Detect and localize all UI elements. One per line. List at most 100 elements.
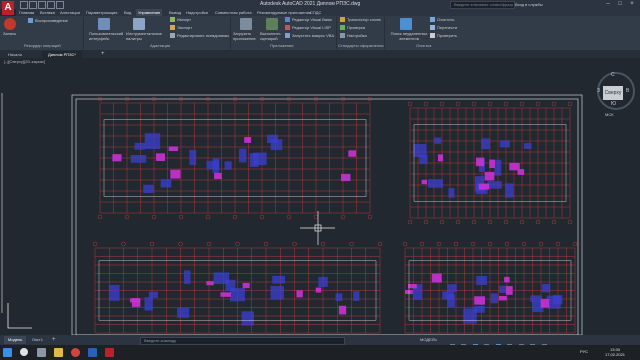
drawing-canvas[interactable] xyxy=(0,63,640,335)
task-view-icon[interactable] xyxy=(37,348,46,357)
redo-icon[interactable] xyxy=(56,1,64,9)
record-icon[interactable] xyxy=(4,18,16,30)
tool-palettes-button[interactable]: Инструментальные палитры xyxy=(126,31,162,41)
chrome-icon[interactable] xyxy=(71,348,80,357)
user-interface-button[interactable]: Пользовательский интерфейс xyxy=(89,31,125,41)
panel-title-applications: Приложения xyxy=(270,43,294,48)
autocad-logo-icon[interactable]: A xyxy=(2,1,14,15)
compass-east[interactable]: В xyxy=(626,88,629,94)
tab-home[interactable]: Главная xyxy=(17,9,36,16)
signin-link[interactable]: Вход в службы xyxy=(515,0,543,9)
tab-featured-apps[interactable]: Рекомендуемые приложения xyxy=(255,9,313,16)
tab-parametric[interactable]: Параметризация xyxy=(84,9,119,16)
minimize-icon[interactable]: – xyxy=(603,1,613,8)
panel-title-customization: Адаптация xyxy=(150,43,171,48)
layer-translator-button[interactable]: Транслятор слоев xyxy=(340,17,381,23)
separator xyxy=(384,17,385,49)
record-button[interactable]: Запись xyxy=(3,31,16,36)
tab-model[interactable]: Модель xyxy=(4,336,27,344)
macro-icon xyxy=(285,33,290,39)
find-nonpurgeable-icon[interactable] xyxy=(400,18,412,30)
ucs-menu[interactable]: МСК xyxy=(605,112,614,117)
fixture-block xyxy=(155,153,166,162)
import-button[interactable]: Импорт xyxy=(170,17,191,23)
open-icon[interactable] xyxy=(29,1,37,9)
tab-manage[interactable]: Управление xyxy=(136,9,163,16)
word-icon[interactable] xyxy=(88,348,97,357)
tab-drawing[interactable]: Диплом РПЗС* xyxy=(42,51,82,58)
wall-block xyxy=(448,188,455,198)
windows-start-icon[interactable] xyxy=(3,348,12,357)
lisp-editor-button[interactable]: Редактор Visual LISP xyxy=(285,25,331,31)
axis-bubble xyxy=(567,219,573,225)
command-line-input[interactable]: Введите команду xyxy=(140,337,345,345)
find-nonpurgeable-button[interactable]: Поиск неудаленных элементов xyxy=(388,31,430,41)
vba-editor-label: Редактор Visual Basic xyxy=(292,17,333,22)
tab-insert[interactable]: Вставка xyxy=(38,9,57,16)
fixture-block xyxy=(431,273,442,283)
axis-bubble xyxy=(292,241,297,247)
edit-aliases-button[interactable]: Редактировать псевдонимы xyxy=(170,33,229,39)
axis-bubble xyxy=(439,219,445,225)
transfer-button[interactable]: Перенести xyxy=(430,25,457,31)
tab-output[interactable]: Вывод xyxy=(167,9,183,16)
export-button[interactable]: Экспорт xyxy=(170,25,192,31)
viewcube-top-face[interactable]: Сверху xyxy=(603,86,623,100)
compass-north[interactable]: С xyxy=(611,72,615,78)
fixture-block xyxy=(242,282,250,289)
wall-block xyxy=(447,284,457,292)
audit-button[interactable]: Проверить xyxy=(430,33,457,39)
vba-editor-button[interactable]: Редактор Visual Basic xyxy=(285,17,333,23)
save-icon[interactable] xyxy=(38,1,46,9)
axis-bubble xyxy=(567,101,573,107)
wall-block xyxy=(148,291,158,298)
fixture-block xyxy=(408,284,417,289)
purge-button[interactable]: Очистить xyxy=(430,17,455,23)
model-space-toggle[interactable]: МОДЕЛЬ xyxy=(420,336,437,344)
new-tab-plus-icon[interactable]: + xyxy=(95,51,111,58)
maximize-icon[interactable]: □ xyxy=(615,1,625,8)
file-explorer-icon[interactable] xyxy=(54,348,63,357)
search-input[interactable]: Введите ключевое слово/фразу xyxy=(450,1,515,9)
search-icon[interactable] xyxy=(20,348,28,356)
load-application-icon[interactable] xyxy=(240,18,252,30)
load-application-button[interactable]: Загрузить приложение xyxy=(233,31,261,41)
undo-icon[interactable] xyxy=(47,1,55,9)
compass-west[interactable]: З xyxy=(597,88,600,94)
add-layout-plus-icon[interactable]: + xyxy=(48,336,60,344)
tab-spds[interactable]: СПДС xyxy=(308,9,323,16)
configure-standards-button[interactable]: Настройка xyxy=(340,33,367,39)
axis-bubble xyxy=(423,219,429,225)
run-script-button[interactable]: Выполнить сценарий xyxy=(260,31,286,41)
clock[interactable]: 13:30 17.02.2021 xyxy=(605,347,625,357)
tab-start[interactable]: Начало xyxy=(2,51,28,58)
purge-label: Очистить xyxy=(437,17,455,22)
run-vba-macro-button[interactable]: Запустить макрос VBA xyxy=(285,33,334,39)
language-indicator[interactable]: РУС xyxy=(580,349,588,354)
tab-layout1[interactable]: Лист1 xyxy=(28,336,47,344)
check-icon xyxy=(340,25,345,31)
new-icon[interactable] xyxy=(20,1,28,9)
playback-button[interactable]: Воспроизведение xyxy=(28,18,68,24)
status-toggles[interactable] xyxy=(450,338,600,350)
tab-addins[interactable]: Надстройки xyxy=(184,9,210,16)
axis-bubble xyxy=(178,214,184,220)
user-interface-icon[interactable] xyxy=(98,18,110,30)
fixture-block xyxy=(498,295,507,301)
close-icon[interactable]: × xyxy=(627,1,637,8)
fixture-block xyxy=(296,290,303,298)
play-icon xyxy=(28,18,33,24)
axis-bubble xyxy=(519,219,525,225)
tab-annotate[interactable]: Аннотации xyxy=(58,9,82,16)
tab-collaborate[interactable]: Совместная работа xyxy=(213,9,254,16)
wall-block xyxy=(419,155,428,165)
wall-block xyxy=(143,184,154,194)
autocad-taskbar-icon[interactable] xyxy=(105,348,114,357)
layer-translator-label: Транслятор слоев xyxy=(347,17,381,22)
tool-palettes-icon[interactable] xyxy=(133,18,145,30)
run-script-icon[interactable] xyxy=(266,18,278,30)
check-standards-button[interactable]: Проверка xyxy=(340,25,365,31)
compass-south[interactable]: Ю xyxy=(611,101,616,107)
tab-view[interactable]: Вид xyxy=(122,9,133,16)
fixture-block xyxy=(348,150,356,157)
